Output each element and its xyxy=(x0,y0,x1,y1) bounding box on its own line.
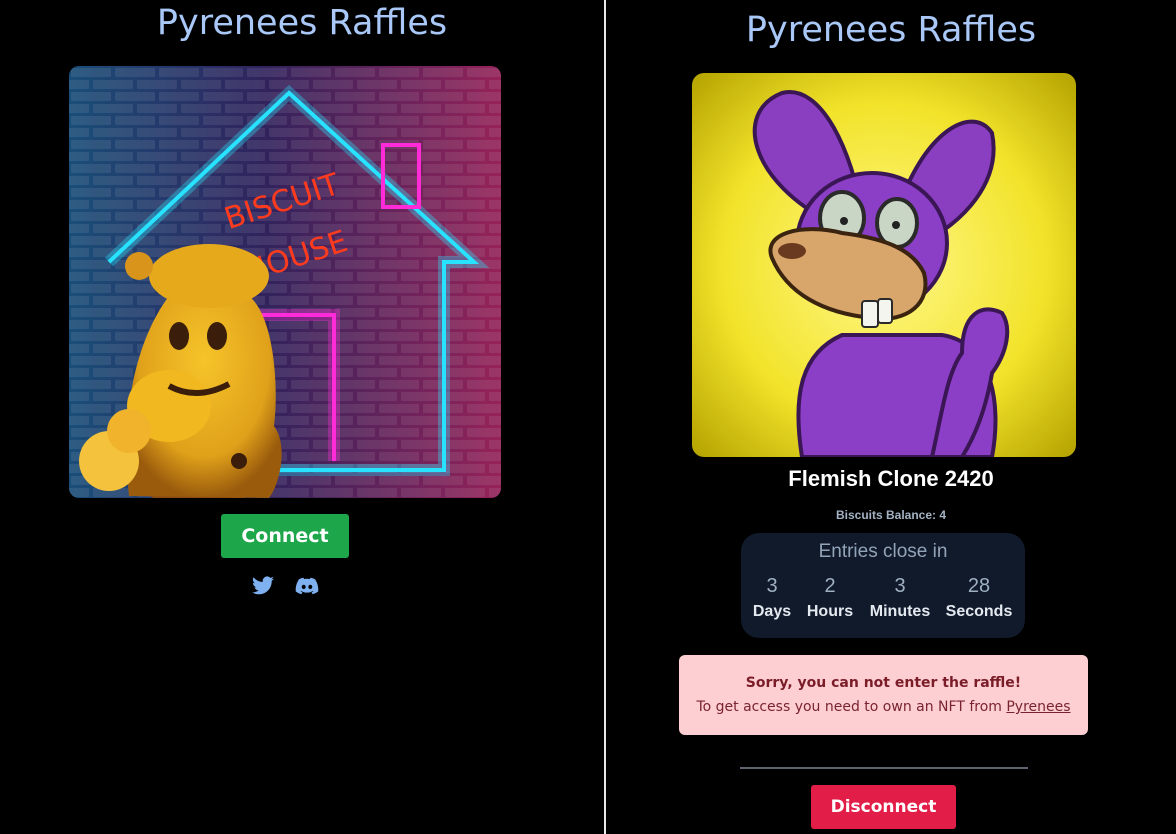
countdown-box: Entries close in 3 Days 2 Hours 3 Minute… xyxy=(741,533,1025,638)
countdown-minutes-value: 3 xyxy=(894,575,906,597)
raffle-error-alert: Sorry, you can not enter the raffle! To … xyxy=(679,655,1088,735)
countdown-seconds-value: 28 xyxy=(967,575,991,597)
twitter-icon[interactable] xyxy=(250,574,276,598)
disconnect-button[interactable]: Disconnect xyxy=(811,785,956,829)
countdown-minutes-label: Minutes xyxy=(869,603,931,620)
page: Pyrenees Raffles BISCUIT HOUSE Connect P… xyxy=(0,0,1176,834)
countdown-title: Entries close in xyxy=(818,541,948,562)
countdown-hours-label: Hours xyxy=(806,603,854,620)
nft-artwork xyxy=(692,73,1076,457)
nft-name: Flemish Clone 2420 xyxy=(788,466,994,491)
countdown-hours-value: 2 xyxy=(824,575,836,597)
alert-body: To get access you need to own an NFT fro… xyxy=(679,699,1088,715)
page-title: Pyrenees Raffles xyxy=(745,10,1037,50)
connect-button[interactable]: Connect xyxy=(221,514,349,558)
biscuit-house-artwork: BISCUIT HOUSE xyxy=(69,66,501,498)
biscuits-balance: Biscuits Balance: 4 xyxy=(835,508,947,522)
countdown-days-label: Days xyxy=(752,603,792,620)
countdown-seconds: 28 Seconds xyxy=(942,575,1016,621)
page-title: Pyrenees Raffles xyxy=(156,3,448,43)
countdown-hours: 2 Hours xyxy=(801,575,859,621)
discord-icon[interactable] xyxy=(294,574,320,598)
countdown-days-value: 3 xyxy=(766,575,778,597)
right-panel: Pyrenees Raffles Flemish Clone 2420 Bisc… xyxy=(606,0,1176,834)
section-divider xyxy=(740,767,1028,769)
left-panel: Pyrenees Raffles BISCUIT HOUSE Connect xyxy=(0,0,604,834)
countdown-seconds-label: Seconds xyxy=(945,603,1013,620)
alert-title: Sorry, you can not enter the raffle! xyxy=(745,675,1022,691)
countdown-days: 3 Days xyxy=(743,575,801,621)
alert-body-text: To get access you need to own an NFT fro… xyxy=(696,699,1007,715)
countdown-minutes: 3 Minutes xyxy=(863,575,937,621)
pyrenees-link[interactable]: Pyrenees xyxy=(1006,699,1070,715)
